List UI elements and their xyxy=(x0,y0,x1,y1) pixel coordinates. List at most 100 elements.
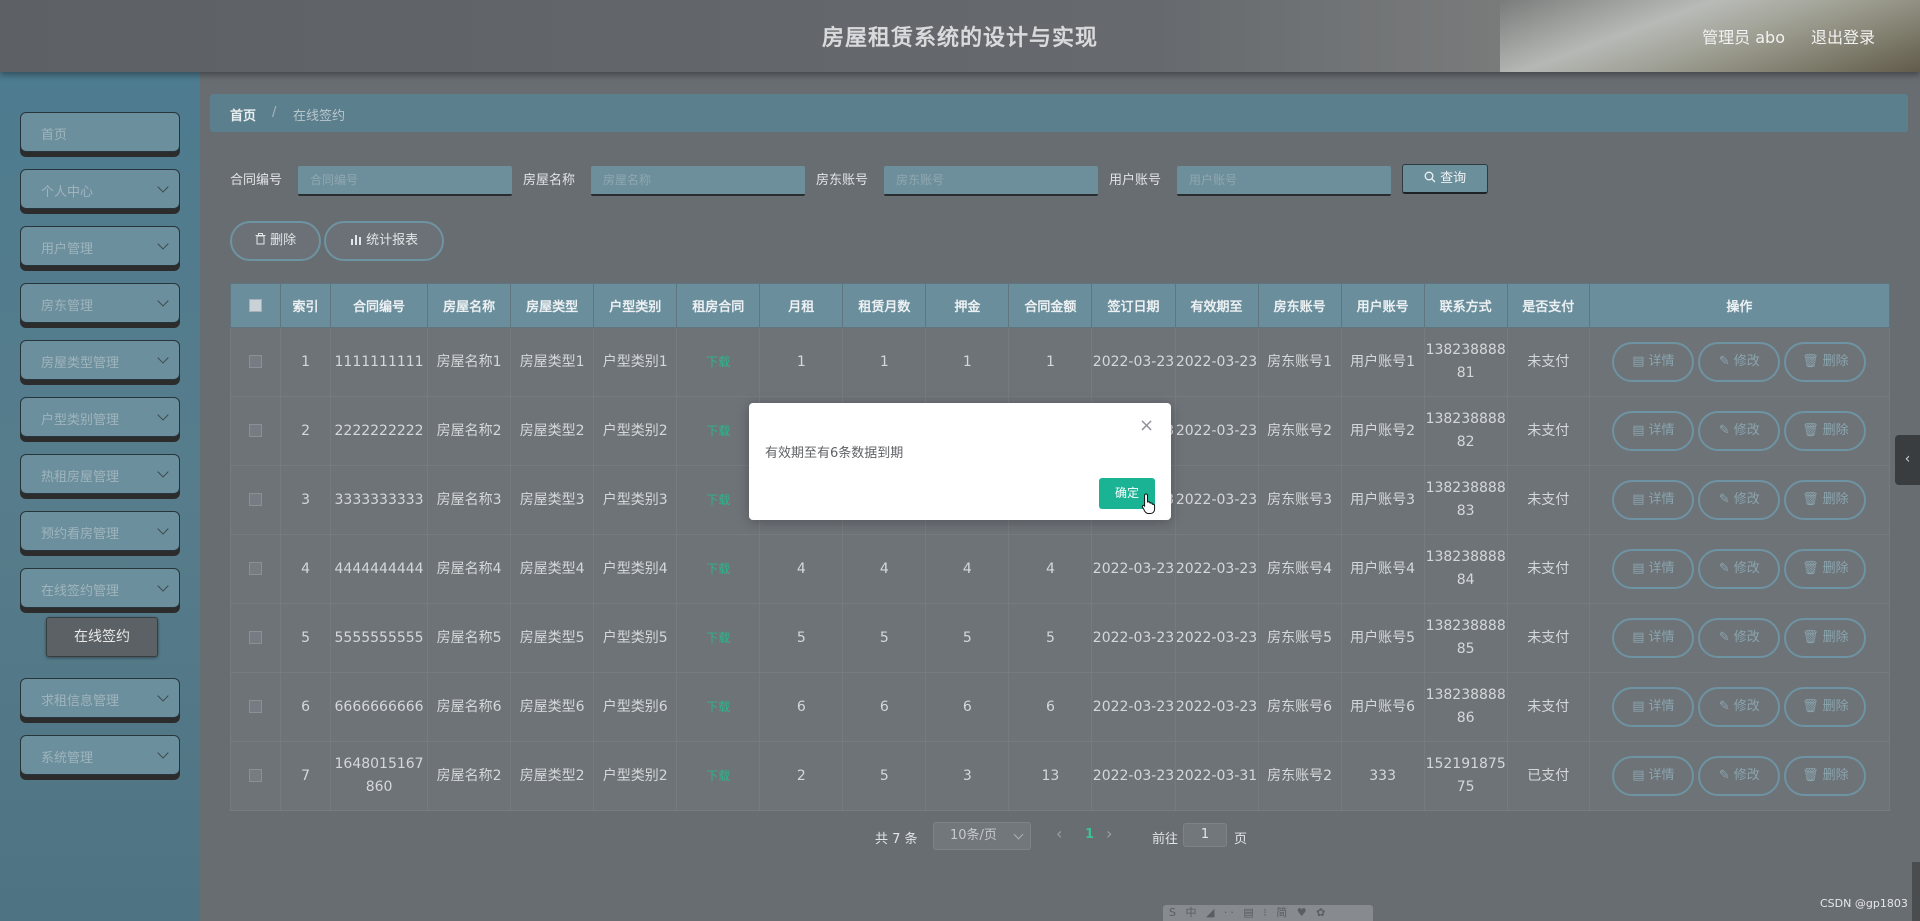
download-link[interactable]: 下载 xyxy=(706,631,730,645)
cell-amount: 13 xyxy=(1008,741,1093,811)
side-collapse-tab[interactable]: ‹ xyxy=(1895,435,1920,485)
cell-user: 333 xyxy=(1340,741,1425,811)
row-actions-cell: ▤ 详情 ✎ 修改 🗑 删除 xyxy=(1588,465,1891,535)
download-link[interactable]: 下载 xyxy=(706,562,730,576)
cell-deposit: 5 xyxy=(925,603,1010,673)
edit-button[interactable]: ✎ 修改 xyxy=(1698,411,1781,451)
cell-landlord: 房东账号3 xyxy=(1257,465,1342,535)
download-link[interactable]: 下载 xyxy=(706,355,730,369)
chevron-down-icon xyxy=(157,352,169,364)
row-checkbox[interactable] xyxy=(249,493,262,506)
edit-button[interactable]: ✎ 修改 xyxy=(1698,549,1781,589)
user-account-input[interactable] xyxy=(1177,166,1391,196)
download-link[interactable]: 下载 xyxy=(706,424,730,438)
sidebar: 首页 个人中心 用户管理 房东管理 房屋类型管理 户型类别管理 热租房屋管理 预… xyxy=(0,72,200,921)
delete-button[interactable]: 🗑 删除 xyxy=(1784,618,1867,658)
edit-button[interactable]: ✎ 修改 xyxy=(1698,618,1781,658)
cell-house-type: 房屋类型6 xyxy=(510,672,595,742)
details-button[interactable]: ▤ 详情 xyxy=(1612,687,1695,727)
column-header: 合同金额 xyxy=(1008,283,1093,328)
row-checkbox[interactable] xyxy=(249,700,262,713)
row-select-cell xyxy=(229,672,282,742)
submenu-online-signing[interactable]: 在线签约 xyxy=(46,617,158,657)
delete-button[interactable]: 🗑 删除 xyxy=(1784,480,1867,520)
delete-button[interactable]: 🗑 删除 xyxy=(1784,756,1867,796)
breadcrumb-home[interactable]: 首页 xyxy=(230,105,256,124)
sidebar-item-system-management[interactable]: 系统管理 xyxy=(20,735,180,775)
sidebar-item-house-type-management[interactable]: 房屋类型管理 xyxy=(20,340,180,380)
sidebar-item-online-signing-management[interactable]: 在线签约管理 xyxy=(20,568,180,608)
sidebar-item-personal-center[interactable]: 个人中心 xyxy=(20,169,180,209)
table-row: 6 6666666666 房屋名称6 房屋类型6 户型类别6 下载 6 6 6 6 2022-03-… xyxy=(229,672,1891,742)
dialog-close-button[interactable]: × xyxy=(1139,417,1154,435)
column-header: 签订日期 xyxy=(1091,283,1176,328)
row-checkbox[interactable] xyxy=(249,631,262,644)
row-action-label: 修改 xyxy=(1733,768,1760,783)
page-size-select[interactable]: 10条/页 xyxy=(933,822,1031,850)
row-checkbox[interactable] xyxy=(249,355,262,368)
row-checkbox[interactable] xyxy=(249,562,262,575)
delete-button[interactable]: 🗑 删除 xyxy=(1784,411,1867,451)
cell-phone: 13823888883 xyxy=(1423,465,1508,535)
delete-button[interactable]: 🗑 删除 xyxy=(1784,687,1867,727)
cell-paid: 未支付 xyxy=(1506,534,1590,604)
edit-button[interactable]: ✎ 修改 xyxy=(1698,756,1781,796)
pagination-total: 共 7 条 xyxy=(875,832,918,847)
details-button[interactable]: ▤ 详情 xyxy=(1612,549,1695,589)
cell-house-type: 房屋类型2 xyxy=(510,396,595,466)
download-link[interactable]: 下载 xyxy=(706,700,730,714)
details-button[interactable]: ▤ 详情 xyxy=(1612,342,1695,382)
details-button[interactable]: ▤ 详情 xyxy=(1612,411,1695,451)
cell-layout: 户型类别5 xyxy=(593,603,678,673)
cell-house-name: 房屋名称2 xyxy=(427,396,512,466)
contract-no-input[interactable] xyxy=(298,166,512,196)
row-action-label: 修改 xyxy=(1733,699,1760,714)
sidebar-item-user-management[interactable]: 用户管理 xyxy=(20,226,180,266)
edit-button[interactable]: ✎ 修改 xyxy=(1698,480,1781,520)
cell-contract-no: 3333333333 xyxy=(330,465,429,535)
search-icon xyxy=(1424,171,1436,183)
cell-house-name: 房屋名称1 xyxy=(427,327,512,397)
column-header: 户型类别 xyxy=(593,283,678,328)
details-button[interactable]: ▤ 详情 xyxy=(1612,480,1695,520)
query-button[interactable]: 查询 xyxy=(1402,164,1488,194)
batch-delete-button[interactable]: 删除 xyxy=(230,221,321,261)
row-checkbox[interactable] xyxy=(249,424,262,437)
sidebar-item-home[interactable]: 首页 xyxy=(20,112,180,152)
delete-button[interactable]: 🗑 删除 xyxy=(1784,342,1867,382)
row-checkbox[interactable] xyxy=(249,769,262,782)
cell-index: 2 xyxy=(280,396,332,466)
house-name-input[interactable] xyxy=(591,166,805,196)
sidebar-item-hot-rental-management[interactable]: 热租房屋管理 xyxy=(20,454,180,494)
scrollbar[interactable] xyxy=(1912,862,1920,921)
row-action-label: 删除 xyxy=(1822,354,1849,369)
column-header: 租房合同 xyxy=(676,283,761,328)
details-button[interactable]: ▤ 详情 xyxy=(1612,618,1695,658)
next-page-button[interactable]: › xyxy=(1106,824,1112,843)
sidebar-item-viewing-appointment-management[interactable]: 预约看房管理 xyxy=(20,511,180,551)
select-all-checkbox[interactable] xyxy=(249,299,262,312)
details-button[interactable]: ▤ 详情 xyxy=(1612,756,1695,796)
download-link[interactable]: 下载 xyxy=(706,769,730,783)
delete-button[interactable]: 🗑 删除 xyxy=(1784,549,1867,589)
contract-file-cell: 下载 xyxy=(676,327,761,397)
prev-page-button[interactable]: ‹ xyxy=(1056,824,1062,843)
sidebar-item-rental-request-management[interactable]: 求租信息管理 xyxy=(20,678,180,718)
download-link[interactable]: 下载 xyxy=(706,493,730,507)
edit-button[interactable]: ✎ 修改 xyxy=(1698,687,1781,727)
logout-link[interactable]: 退出登录 xyxy=(1811,24,1875,48)
landlord-account-input[interactable] xyxy=(884,166,1098,196)
row-select-cell xyxy=(229,741,282,811)
sidebar-item-landlord-management[interactable]: 房东管理 xyxy=(20,283,180,323)
statistics-report-button[interactable]: 统计报表 xyxy=(324,221,444,261)
cell-contract-no: 2222222222 xyxy=(330,396,429,466)
page-number-button[interactable]: 1 xyxy=(1085,827,1094,842)
column-header: 房屋名称 xyxy=(427,283,512,328)
sidebar-item-layout-management[interactable]: 户型类别管理 xyxy=(20,397,180,437)
cell-house-name: 房屋名称5 xyxy=(427,603,512,673)
cell-phone: 13823888885 xyxy=(1423,603,1508,673)
goto-page-input[interactable]: 1 xyxy=(1183,823,1227,847)
cell-house-name: 房屋名称3 xyxy=(427,465,512,535)
chevron-down-icon xyxy=(157,523,169,535)
edit-button[interactable]: ✎ 修改 xyxy=(1698,342,1781,382)
